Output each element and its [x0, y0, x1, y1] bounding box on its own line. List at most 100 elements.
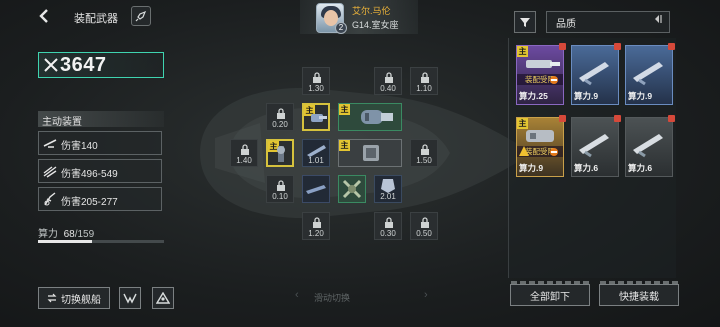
locked-slot[interactable]: 0.30 [374, 212, 402, 240]
inventory-card[interactable]: 算力.6 [625, 115, 675, 177]
equipped-slot[interactable]: 主 [266, 139, 294, 167]
equipped-slot[interactable] [302, 175, 330, 203]
locked-slot[interactable]: 0.40 [374, 67, 402, 95]
filter-button[interactable] [514, 11, 536, 33]
missile-icon [43, 166, 57, 178]
unequip-all-label: 全部卸下 [530, 291, 570, 303]
card-power: 算力.9 [628, 91, 653, 101]
slot-cost: 1.20 [308, 229, 324, 238]
no-entry-icon [550, 148, 558, 156]
new-badge [614, 115, 621, 122]
ship-name: G14.室女座 [352, 20, 399, 30]
inventory-card[interactable]: 算力.9 [625, 43, 675, 105]
lock-icon [421, 217, 429, 228]
chevron-left-icon [39, 9, 48, 23]
wing-icon [123, 293, 137, 304]
quick-equip-button[interactable]: 快捷装载 [599, 281, 679, 306]
page-title: 装配武器 [74, 13, 118, 25]
slot-cost: 1.30 [308, 84, 324, 93]
laser-icon [44, 192, 56, 206]
weapon-icon [633, 62, 663, 86]
capacity-max: /159 [74, 229, 95, 240]
capacity-label: 算力 [38, 229, 58, 240]
pilot-level-badge: 2 [335, 22, 347, 34]
equipped-slot[interactable]: 1.01 [302, 139, 330, 167]
main-tag: 主 [339, 140, 350, 151]
active-equipment-label: 主动装置 [42, 117, 82, 128]
main-tag: 主 [339, 104, 350, 115]
lock-icon [277, 180, 285, 191]
engine-module-icon [363, 145, 379, 161]
new-badge [559, 115, 566, 122]
sort-toggle-icon[interactable] [654, 14, 666, 27]
new-badge [668, 115, 675, 122]
switch-ship-label: 切换舰船 [61, 294, 101, 306]
warning-icon [519, 146, 529, 156]
locked-slot[interactable]: 0.20 [266, 103, 294, 131]
card-power: 算力.9 [519, 163, 544, 173]
lock-icon [313, 217, 321, 228]
locked-slot[interactable]: 0.10 [266, 175, 294, 203]
triangle-icon [156, 292, 170, 304]
rocket-button[interactable] [131, 6, 151, 26]
formation-button[interactable] [152, 287, 174, 309]
slot-cost: 0.30 [380, 229, 396, 238]
unequip-all-button[interactable]: 全部卸下 [510, 281, 590, 306]
slot-cost: 0.10 [272, 192, 288, 201]
no-entry-icon [550, 76, 558, 84]
card-power: 算力.9 [574, 91, 599, 101]
equipped-slot[interactable] [338, 175, 366, 203]
slot-cost: 1.10 [416, 84, 432, 93]
equipped-slot[interactable]: 2.01 [374, 175, 402, 203]
ship-mode-button[interactable] [119, 287, 141, 309]
chevron-left-icon[interactable]: ‹ [295, 289, 299, 301]
lock-icon [385, 217, 393, 228]
weapon-icon [633, 134, 663, 158]
inventory-card[interactable]: 主 装配受限 算力.25 [516, 43, 566, 105]
equipped-slot[interactable]: 主 [338, 103, 402, 131]
slot-cost: 1.40 [236, 156, 252, 165]
turret-module-icon [311, 114, 327, 122]
gun-module-icon [277, 146, 285, 162]
swipe-hint: 滑动切换 [314, 293, 351, 303]
filter-icon [520, 18, 530, 27]
back-button[interactable] [36, 8, 54, 26]
capacity-readout: 算力 68/159 [38, 225, 94, 240]
new-badge [668, 43, 675, 50]
inventory-card[interactable]: 算力.9 [571, 43, 621, 105]
stat-text: 伤害205-277 [61, 197, 118, 208]
sort-label: 品质 [556, 19, 576, 30]
locked-slot[interactable]: 0.50 [410, 212, 438, 240]
card-power: 算力.25 [519, 91, 548, 101]
locked-slot[interactable]: 1.50 [410, 139, 438, 167]
equipped-slot[interactable]: 主 [302, 103, 330, 131]
lock-icon [421, 72, 429, 83]
rail-module-icon [306, 185, 326, 194]
locked-slot[interactable]: 1.10 [410, 67, 438, 95]
chevron-right-icon[interactable]: › [424, 289, 428, 301]
card-power: 算力.6 [574, 163, 599, 173]
switch-ship-button[interactable]: 切换舰船 [38, 287, 110, 309]
slot-cost: 1.50 [416, 156, 432, 165]
inventory-card[interactable]: 算力.6 [571, 115, 621, 177]
capacity-current: 68 [63, 229, 75, 240]
pilot-name: 艾尔.马伦 [352, 6, 391, 16]
drone-module-icon [342, 179, 362, 199]
combat-power-value: 3647 [60, 54, 107, 76]
capacity-fill [38, 240, 92, 243]
stat-text: 伤害496-549 [61, 169, 118, 180]
new-badge [614, 43, 621, 50]
inventory-card[interactable]: 主 装配受限 算力.9 [516, 115, 566, 177]
card-power: 算力.6 [628, 163, 653, 173]
locked-slot[interactable]: 1.20 [302, 212, 330, 240]
locked-slot[interactable]: 1.40 [230, 139, 258, 167]
locked-slot[interactable]: 1.30 [302, 67, 330, 95]
weapon-icon [526, 60, 560, 68]
weapon-icon [526, 130, 554, 142]
quick-equip-label: 快捷装载 [619, 291, 659, 303]
lock-icon [421, 144, 429, 155]
slot-cost: 0.20 [272, 120, 288, 129]
equipped-slot[interactable]: 主 [338, 139, 402, 167]
rocket-icon [135, 10, 147, 22]
slot-cost: 0.50 [416, 229, 432, 238]
